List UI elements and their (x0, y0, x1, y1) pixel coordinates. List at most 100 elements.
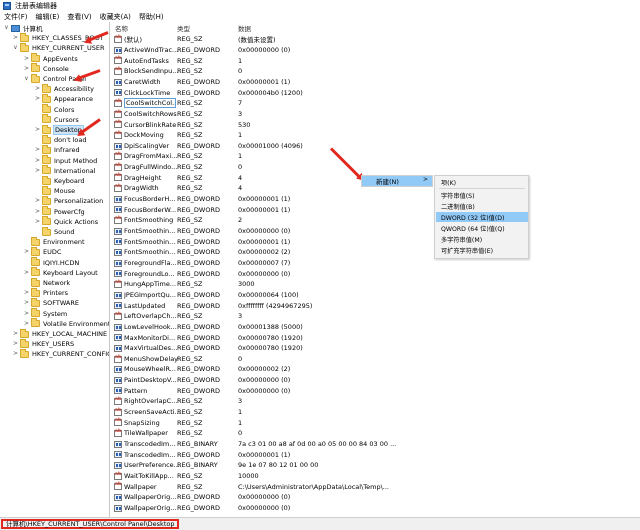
value-row[interactable]: Wallpaper REG_SZ C:\Users\Administrator\Ap… (111, 481, 640, 492)
chevron-right-icon[interactable]: > (23, 248, 30, 256)
tree-node[interactable]: > AppEvents (23, 53, 79, 64)
column-data[interactable]: 数据 (238, 23, 251, 33)
value-row[interactable]: FocusBorderH... REG_DWORD 0x00000001 (1) (111, 194, 640, 205)
chevron-right-icon[interactable]: > (23, 320, 30, 328)
submenu-item[interactable]: DWORD (32 位)值(D) (436, 212, 528, 222)
value-row[interactable]: HungAppTime...REG_SZ 3000 (111, 279, 640, 290)
chevron-right-icon[interactable]: > (23, 310, 30, 318)
value-row[interactable]: TranscodedIm... REG_BINARY 7a c3 01 00 a8 … (111, 439, 640, 450)
tree-node[interactable]: Network (23, 277, 71, 288)
value-row[interactable]: LowLevelHook... REG_DWORD 0x00001388 (5000… (111, 322, 640, 333)
tree-node[interactable]: ∨ 计算机 (3, 23, 44, 33)
value-row[interactable]: ClickLockTime REG_DWORD 0x000004b0 (1200) (111, 87, 640, 98)
value-row[interactable]: JPEGImportQu... REG_DWORD 0x00000064 (100) (111, 290, 640, 301)
value-row[interactable]: FontSmoothin... REG_DWORD 0x00000002 (2) (111, 247, 640, 258)
tree-node[interactable]: > Keyboard Layout (23, 267, 99, 278)
tree-node[interactable]: > Volatile Environment (23, 318, 109, 329)
submenu-item[interactable]: QWORD (64 位)值(Q) (436, 223, 528, 233)
submenu-item[interactable]: 二进制值(B) (436, 201, 528, 211)
tree-node[interactable]: > Personalization (34, 195, 104, 206)
menu-edit[interactable]: 编辑(E) (36, 12, 60, 22)
value-row[interactable]: PaintDesktopV... REG_DWORD 0x00000000 (0) (111, 375, 640, 386)
value-row[interactable]: WallpaperOrig... REG_DWORD 0x00000000 (0) (111, 503, 640, 514)
value-row[interactable]: MouseWheelR... REG_DWORD 0x00000002 (2) (111, 364, 640, 375)
value-row[interactable]: DpiScalingVer REG_DWORD 0x00001000 (4096) (111, 141, 640, 152)
value-row[interactable]: CoolSwitchCol...REG_SZ 7 (111, 98, 640, 109)
tree-node[interactable]: ∨ HKEY_CURRENT_USER (12, 42, 106, 53)
tree-node[interactable]: > SOFTWARE (23, 297, 80, 308)
value-row[interactable]: DragFullWindo...REG_SZ 0 (111, 162, 640, 173)
submenu-item[interactable]: 多字符串值(M) (436, 234, 528, 244)
value-row[interactable]: SnapSizing REG_SZ 1 (111, 417, 640, 428)
value-row[interactable]: WallpaperOrig... REG_DWORD 0x00000000 (0) (111, 492, 640, 503)
tree-node[interactable]: > HKEY_CURRENT_CONFIG (12, 348, 109, 359)
column-type[interactable]: 类型 (177, 23, 190, 33)
value-row[interactable]: CursorBlinkRateREG_SZ 530 (111, 119, 640, 130)
menu-help[interactable]: 帮助(H) (139, 12, 164, 22)
chevron-right-icon[interactable]: > (12, 350, 19, 358)
value-row[interactable]: FocusBorderW... REG_DWORD 0x00000001 (1) (111, 204, 640, 215)
chevron-right-icon[interactable]: > (23, 269, 30, 277)
value-row[interactable]: AutoEndTasks REG_SZ 1 (111, 55, 640, 66)
submenu-item[interactable]: 项(K) (436, 177, 528, 187)
chevron-right-icon[interactable]: > (34, 85, 41, 93)
chevron-right-icon[interactable]: > (34, 208, 41, 216)
tree-node[interactable]: > EUDC (23, 246, 62, 257)
value-row[interactable]: TileWallpaper REG_SZ 0 (111, 428, 640, 439)
value-row[interactable]: DockMoving REG_SZ 1 (111, 130, 640, 141)
value-row[interactable]: TranscodedIm... REG_DWORD 0x00000001 (1) (111, 449, 640, 460)
tree-node[interactable]: Sound (34, 226, 75, 237)
menu-view[interactable]: 查看(V) (67, 12, 91, 22)
chevron-right-icon[interactable]: > (34, 218, 41, 226)
chevron-right-icon[interactable]: > (34, 197, 41, 205)
chevron-right-icon[interactable]: > (12, 34, 19, 42)
tree-node[interactable]: > International (34, 165, 97, 176)
tree-node[interactable]: Colors (34, 104, 75, 115)
tree-node[interactable]: Mouse (34, 185, 76, 196)
value-row[interactable]: FontSmoothin... REG_DWORD 0x00000001 (1) (111, 236, 640, 247)
value-row[interactable]: UserPreference... REG_BINARY 9e 1e 07 80 1… (111, 460, 640, 471)
chevron-right-icon[interactable]: > (23, 289, 30, 297)
chevron-right-icon[interactable]: > (34, 95, 41, 103)
registry-tree[interactable]: ∨ 计算机 > HKEY_CLASSES_ROOT ∨ HKEY_CURRENT_USER… (0, 22, 110, 517)
tree-node[interactable]: > System (23, 308, 68, 319)
context-menu-new[interactable]: 新建(N) > (362, 176, 432, 186)
chevron-right-icon[interactable]: > (23, 65, 30, 73)
chevron-right-icon[interactable]: > (34, 146, 41, 154)
tree-node[interactable]: > Infrared (34, 144, 81, 155)
value-row[interactable]: MaxMonitorDi... REG_DWORD 0x00000780 (1920… (111, 332, 640, 343)
menu-file[interactable]: 文件(F) (4, 12, 28, 22)
tree-node[interactable]: Environment (23, 236, 86, 247)
chevron-right-icon[interactable]: > (34, 157, 41, 165)
value-row[interactable]: CaretWidth REG_DWORD 0x00000001 (1) (111, 77, 640, 88)
chevron-right-icon[interactable]: > (34, 126, 41, 134)
value-row[interactable]: ForegroundLo... REG_DWORD 0x00000000 (0) (111, 268, 640, 279)
tree-node[interactable]: > Console (23, 63, 70, 74)
tree-node[interactable]: Cursors (34, 114, 80, 125)
value-row[interactable]: FontSmoothingREG_SZ 2 (111, 215, 640, 226)
value-row[interactable]: DragFromMaxi...REG_SZ 1 (111, 151, 640, 162)
tree-node[interactable]: > HKEY_USERS (12, 338, 75, 349)
value-row[interactable]: ScreenSaveActi...REG_SZ 1 (111, 407, 640, 418)
tree-node[interactable]: > Accessibility (34, 83, 95, 94)
tree-node[interactable]: IQIYI.HCDN (23, 257, 80, 268)
tree-node[interactable]: > HKEY_LOCAL_MACHINE (12, 328, 108, 339)
tree-node[interactable]: Keyboard (34, 175, 86, 186)
value-row[interactable]: WaitToKillApp...REG_SZ 10000 (111, 471, 640, 482)
menu-favorites[interactable]: 收藏夹(A) (100, 12, 131, 22)
chevron-down-icon[interactable]: ∨ (12, 44, 19, 52)
tree-node[interactable]: > Printers (23, 287, 69, 298)
value-row[interactable]: BlockSendInpu...REG_SZ 0 (111, 66, 640, 77)
column-name[interactable]: 名称 (115, 23, 128, 33)
value-row[interactable]: LastUpdated REG_DWORD 0xffffffff (42949672… (111, 300, 640, 311)
value-row[interactable]: ForegroundFla... REG_DWORD 0x00000007 (7) (111, 258, 640, 269)
value-row[interactable]: MaxVirtualDes... REG_DWORD 0x00000780 (192… (111, 343, 640, 354)
chevron-down-icon[interactable]: ∨ (23, 75, 30, 83)
chevron-right-icon[interactable]: > (12, 340, 19, 348)
chevron-right-icon[interactable]: > (12, 330, 19, 338)
chevron-down-icon[interactable]: ∨ (3, 24, 10, 32)
value-row[interactable]: ActiveWndTrac... REG_DWORD 0x00000000 (0) (111, 45, 640, 56)
value-row[interactable]: Pattern REG_DWORD 0x00000000 (0) (111, 385, 640, 396)
tree-node[interactable]: > PowerCfg (34, 206, 86, 217)
tree-node[interactable]: > Appearance (34, 93, 94, 104)
